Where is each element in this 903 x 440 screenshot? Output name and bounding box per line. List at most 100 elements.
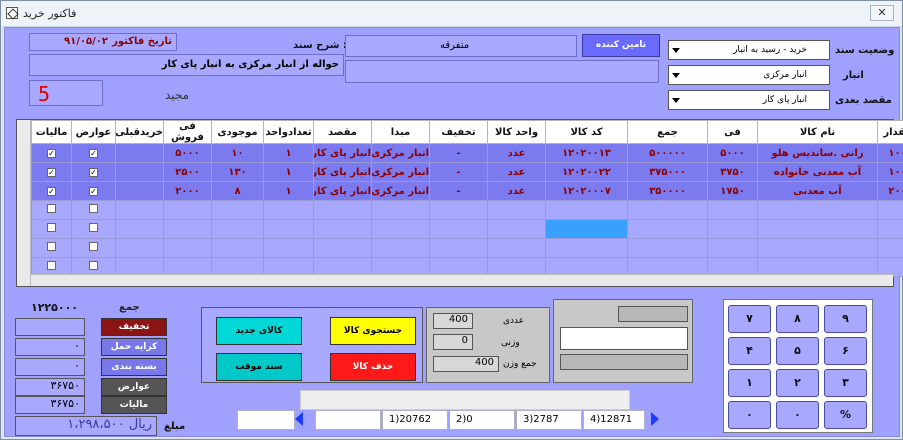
supplier-field[interactable] (345, 60, 659, 83)
table-cell[interactable]: انبار پای کار (313, 162, 372, 182)
table-cell[interactable] (71, 238, 116, 258)
table-cell[interactable]: انبار مرکزی (371, 162, 430, 182)
checkbox[interactable] (47, 242, 56, 251)
table-row[interactable]: ۱۱۰۰رانی .ساندیس هلو۵۰۰۰۵۰۰۰۰۰۱۲۰۲۰۰۱۳عد… (31, 143, 903, 163)
table-cell[interactable] (371, 200, 430, 220)
column-header[interactable]: کد کالا (545, 120, 628, 144)
table-cell[interactable] (115, 200, 164, 220)
table-cell[interactable]: انبار مرکزی (371, 181, 430, 201)
table-cell[interactable] (429, 200, 488, 220)
delete-item-button[interactable]: حذف کالا (330, 353, 416, 381)
table-cell[interactable] (115, 238, 164, 258)
tax-field[interactable]: ۳۶۷۵۰ (15, 396, 85, 414)
table-cell[interactable] (627, 238, 708, 258)
column-header[interactable]: نام کالا (757, 120, 878, 144)
column-header[interactable]: تخفیف (429, 120, 488, 144)
table-cell[interactable] (313, 219, 372, 239)
checkbox[interactable] (89, 223, 98, 232)
table-cell[interactable] (263, 238, 314, 258)
keypad-key[interactable]: ۰ (776, 401, 819, 429)
table-cell[interactable]: ۳۵۰۰۰۰ (627, 181, 708, 201)
items-grid[interactable]: ردیفمقدارنام کالافیجمعکد کالاواحد کالاتخ… (16, 119, 903, 287)
table-cell[interactable]: ✓ (71, 162, 116, 182)
table-cell[interactable] (71, 219, 116, 239)
table-cell[interactable]: ✓ (31, 143, 72, 163)
keypad-key[interactable]: ۷ (728, 305, 771, 333)
table-cell[interactable]: ۵۰۰۰ (707, 143, 758, 163)
supplier-button[interactable]: تامین کننده (582, 34, 660, 57)
table-cell[interactable] (487, 219, 546, 239)
table-cell[interactable] (757, 219, 878, 239)
table-cell[interactable] (877, 200, 903, 220)
table-cell[interactable] (211, 200, 264, 220)
checkbox[interactable]: ✓ (47, 186, 56, 196)
close-button[interactable]: ✕ (870, 5, 894, 21)
table-cell[interactable] (115, 219, 164, 239)
table-cell[interactable] (211, 238, 264, 258)
table-cell[interactable]: آب معدنی (757, 181, 878, 201)
table-cell[interactable] (757, 200, 878, 220)
horizontal-scrollbar[interactable] (31, 274, 893, 286)
column-header[interactable]: واحد کالا (487, 120, 546, 144)
prev-arrow-icon[interactable] (295, 412, 303, 426)
checkbox[interactable]: ✓ (89, 167, 98, 177)
checkbox[interactable] (47, 261, 56, 270)
new-item-button[interactable]: کالای جدید (216, 317, 302, 345)
table-cell[interactable]: ۱ (263, 143, 314, 163)
checkbox[interactable]: ✓ (89, 186, 98, 196)
table-cell[interactable]: - (429, 181, 488, 201)
column-header[interactable]: فی فروش (163, 120, 212, 144)
table-cell[interactable] (313, 238, 372, 258)
table-cell[interactable]: عدد (487, 181, 546, 201)
table-cell[interactable]: ۲۰۰۰ (163, 181, 212, 201)
table-cell[interactable] (31, 238, 72, 258)
table-cell[interactable]: ۱۲۰۲۰۰۲۲ (545, 162, 628, 182)
table-cell[interactable]: - (429, 162, 488, 182)
table-cell[interactable]: ۲۰۰ (877, 181, 903, 201)
keypad-key[interactable]: ۱ (728, 369, 771, 397)
table-cell[interactable]: ۳۷۵۰۰۰ (627, 162, 708, 182)
table-cell[interactable]: ✓ (31, 181, 72, 201)
misc-field[interactable]: متفرقه (345, 35, 577, 57)
table-cell[interactable]: ۱۲۰۲۰۰۰۷ (545, 181, 628, 201)
invoice-date-field[interactable]: ۹۱/۰۵/۰۲ تاریخ فاکتور (29, 33, 177, 51)
doc-status-select[interactable]: خرید - رسید به انبار (668, 40, 830, 60)
table-cell[interactable]: ۲۵۰۰ (163, 162, 212, 182)
table-cell[interactable] (163, 238, 212, 258)
table-cell[interactable]: ✓ (31, 162, 72, 182)
column-header[interactable]: موجودی (211, 120, 264, 144)
table-row[interactable]: ۲۱۰۰آب معدنی خانواده۳۷۵۰۳۷۵۰۰۰۱۲۰۲۰۰۲۲عد… (31, 162, 903, 182)
keypad-key[interactable]: % (824, 401, 867, 429)
table-cell[interactable] (545, 238, 628, 258)
table-cell[interactable]: انبار پای کار (313, 181, 372, 201)
checkbox[interactable] (89, 204, 98, 213)
table-row[interactable] (31, 238, 903, 258)
column-header[interactable]: مقدار (877, 120, 903, 144)
checkbox[interactable]: ✓ (47, 167, 56, 177)
table-cell[interactable]: ۱ (263, 162, 314, 182)
weight-field[interactable]: 0 (433, 334, 473, 350)
dest-select[interactable]: انبار پای کار (668, 90, 830, 110)
table-cell[interactable]: ۵۰۰۰ (163, 143, 212, 163)
table-cell[interactable] (707, 238, 758, 258)
table-cell[interactable] (429, 219, 488, 239)
table-cell[interactable] (707, 200, 758, 220)
checkbox[interactable]: ✓ (89, 148, 98, 158)
shipping-button[interactable]: کرایه حمل (101, 338, 167, 356)
table-cell[interactable] (115, 162, 164, 182)
sum-field[interactable]: 400 (433, 356, 499, 372)
table-cell[interactable] (115, 143, 164, 163)
table-cell[interactable] (545, 200, 628, 220)
warehouse-select[interactable]: انبار مرکزی (668, 65, 830, 85)
table-cell[interactable]: آب معدنی خانواده (757, 162, 878, 182)
table-cell[interactable] (115, 181, 164, 201)
column-header[interactable]: فی (707, 120, 758, 144)
duties-field[interactable]: ۳۶۷۵۰ (15, 378, 85, 396)
table-cell[interactable]: عدد (487, 162, 546, 182)
table-cell[interactable]: - (429, 143, 488, 163)
checkbox[interactable] (89, 242, 98, 251)
discount-field[interactable] (15, 318, 85, 336)
table-cell[interactable] (371, 219, 430, 239)
table-row[interactable] (31, 219, 903, 239)
table-cell[interactable] (627, 219, 708, 239)
